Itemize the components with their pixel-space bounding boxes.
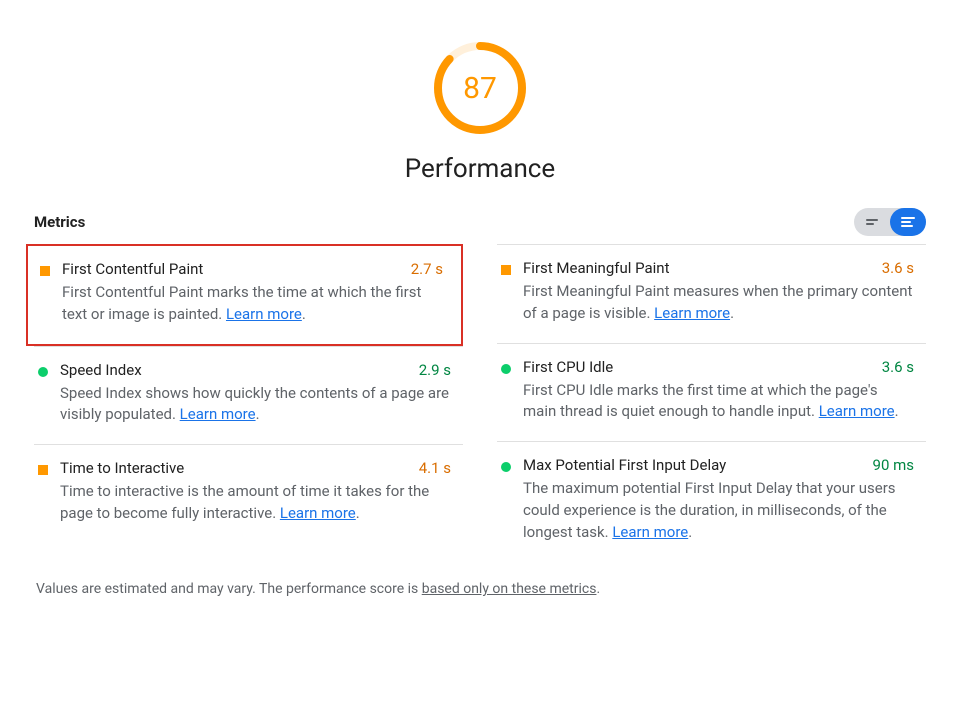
metric-row: First Meaningful Paint3.6 sFirst Meaning… xyxy=(497,244,926,343)
period: . xyxy=(356,504,360,522)
metric-body: First CPU Idle 3.6 s First CPU Idle marks … xyxy=(523,358,922,424)
metric-desc: First Contentful Paint marks the time at… xyxy=(62,282,443,326)
metric-head: First Meaningful Paint 3.6 s xyxy=(523,259,914,277)
metric-row: First CPU Idle 3.6 s First CPU Idle marks … xyxy=(497,343,926,442)
footnote-suffix: . xyxy=(596,581,600,597)
metric-row: Speed Index 2.9 s Speed Index shows how qu… xyxy=(34,346,463,445)
metric-title: First CPU Idle xyxy=(523,358,613,376)
metric-head: Time to Interactive 4.1 s xyxy=(60,459,451,477)
compact-view-icon xyxy=(866,219,878,225)
metric-title: First Contentful Paint xyxy=(62,260,203,278)
gauge-title: Performance xyxy=(34,154,926,184)
footnote-link[interactable]: based only on these metrics xyxy=(422,581,597,597)
performance-report: 87 Performance Metrics First Contentful xyxy=(0,0,960,597)
metrics-section-title: Metrics xyxy=(34,213,85,231)
learn-more-link[interactable]: Learn more xyxy=(654,304,730,322)
learn-more-link[interactable]: Learn more xyxy=(612,523,688,541)
learn-more-link[interactable]: Learn more xyxy=(226,305,302,323)
metric-desc-text: Time to interactive is the amount of tim… xyxy=(60,482,429,522)
metric-desc: The maximum potential First Input Delay … xyxy=(523,478,914,543)
gauge-score: 87 xyxy=(432,40,528,136)
expanded-view-icon xyxy=(901,217,915,227)
learn-more-link[interactable]: Learn more xyxy=(280,504,356,522)
metric-value: 4.1 s xyxy=(419,459,451,477)
footnote-prefix: Values are estimated and may vary. The p… xyxy=(36,581,422,597)
metric-body: Speed Index 2.9 s Speed Index shows how qu… xyxy=(60,361,459,427)
status-circle-icon xyxy=(501,462,511,472)
score-gauge: 87 xyxy=(432,40,528,136)
metric-head: Speed Index 2.9 s xyxy=(60,361,451,379)
metrics-columns: First Contentful Paint2.7 sFirst Content… xyxy=(34,244,926,561)
metric-desc-text: The maximum potential First Input Delay … xyxy=(523,479,896,541)
period: . xyxy=(256,405,260,423)
metric-head: First Contentful Paint 2.7 s xyxy=(62,260,443,278)
period: . xyxy=(302,305,306,323)
metric-head: First CPU Idle 3.6 s xyxy=(523,358,914,376)
metric-body: First Contentful Paint2.7 sFirst Content… xyxy=(62,260,451,326)
metric-desc: Time to interactive is the amount of tim… xyxy=(60,481,451,525)
status-square-icon xyxy=(501,265,511,275)
status-square-icon xyxy=(40,266,50,276)
metric-body: Time to Interactive 4.1 s Time to interact… xyxy=(60,459,459,525)
metric-value: 3.6 s xyxy=(882,358,914,376)
metric-title: Speed Index xyxy=(60,361,142,379)
metric-title: First Meaningful Paint xyxy=(523,259,669,277)
period: . xyxy=(895,402,899,420)
metric-row: First Contentful Paint2.7 sFirst Content… xyxy=(26,244,463,346)
metric-value: 2.9 s xyxy=(419,361,451,379)
view-compact-button[interactable] xyxy=(854,208,890,236)
view-expanded-button[interactable] xyxy=(890,208,926,236)
metric-title: Max Potential First Input Delay xyxy=(523,456,726,474)
period: . xyxy=(688,523,692,541)
status-square-icon xyxy=(38,465,48,475)
learn-more-link[interactable]: Learn more xyxy=(180,405,256,423)
metric-desc: First Meaningful Paint measures when the… xyxy=(523,281,914,325)
metrics-header: Metrics xyxy=(34,208,926,236)
learn-more-link[interactable]: Learn more xyxy=(819,402,895,420)
metrics-col-right: First Meaningful Paint3.6 sFirst Meaning… xyxy=(497,244,926,561)
metric-desc: Speed Index shows how quickly the conten… xyxy=(60,383,451,427)
status-circle-icon xyxy=(38,367,48,377)
gauge-area: 87 Performance xyxy=(34,0,926,184)
period: . xyxy=(730,304,734,322)
metric-value: 2.7 s xyxy=(411,260,443,278)
metric-body: Max Potential First Input Delay 90 ms The … xyxy=(523,456,922,543)
metric-desc: First CPU Idle marks the first time at w… xyxy=(523,380,914,424)
metric-row: Time to Interactive 4.1 s Time to interact… xyxy=(34,444,463,543)
view-toggle xyxy=(854,208,926,236)
metric-head: Max Potential First Input Delay 90 ms xyxy=(523,456,914,474)
metric-title: Time to Interactive xyxy=(60,459,184,477)
footnote: Values are estimated and may vary. The p… xyxy=(34,581,926,597)
metric-value: 3.6 s xyxy=(882,259,914,277)
metrics-col-left: First Contentful Paint2.7 sFirst Content… xyxy=(34,244,463,561)
metric-row: Max Potential First Input Delay 90 ms The … xyxy=(497,441,926,561)
status-circle-icon xyxy=(501,364,511,374)
metric-value: 90 ms xyxy=(873,456,914,474)
metric-body: First Meaningful Paint3.6 sFirst Meaning… xyxy=(523,259,922,325)
